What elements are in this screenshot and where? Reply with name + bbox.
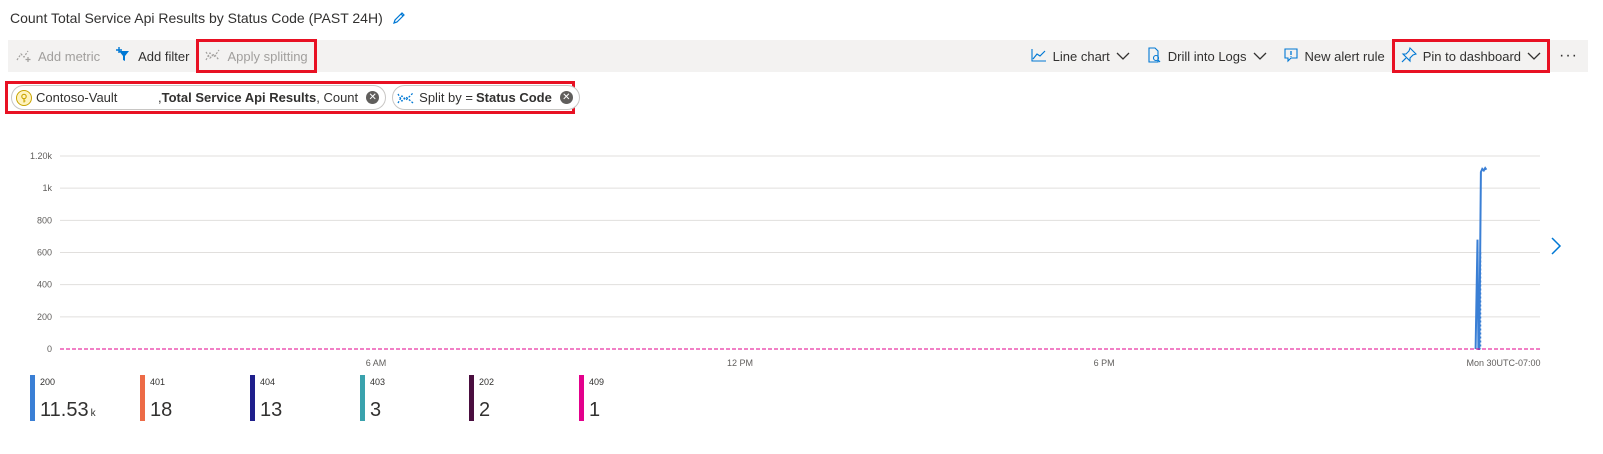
x-tick-label: UTC-07:00 [1497,358,1541,368]
drill-into-logs-label: Drill into Logs [1167,48,1247,64]
legend-series-value: 13 [260,399,282,422]
filter-icon [116,46,132,66]
y-tick-label: 200 [37,312,52,322]
x-tick-label: Mon 30 [1467,358,1497,368]
legend-color-swatch [579,375,584,421]
drill-into-logs-dropdown[interactable]: Drill into Logs [1138,40,1275,72]
remove-metric-icon[interactable]: ✕ [366,91,380,104]
legend-value-number: 18 [150,399,173,421]
apply-splitting-button[interactable]: Apply splitting [196,39,317,73]
chevron-right-icon[interactable] [1548,236,1564,256]
alert-icon [1283,47,1299,66]
legend-color-swatch [360,375,365,421]
y-tick-label: 1.20k [30,151,53,161]
legend-value-unit: k [90,408,96,419]
resource-name: Contoso-Vault [36,90,118,105]
logs-icon [1146,46,1162,66]
split-label: Split by = [419,90,473,105]
y-tick-label: 600 [37,248,52,258]
key-vault-icon [16,89,32,106]
chart-title-row: Count Total Service Api Results by Statu… [10,8,407,28]
legend-series-name: 409 [589,377,605,387]
legend-color-swatch [30,375,35,421]
line-chart: 0 200 400 600 800 1k 1.20k 6 AM 12 PM 6 PM Mon 30 U… [30,151,1541,368]
metric-pills: Contoso-Vault , Total Service Api Result… [5,81,580,114]
legend-series-name: 401 [150,377,166,387]
pin-to-dashboard-label: Pin to dashboard [1422,48,1522,64]
line-chart-label: Line chart [1052,48,1110,64]
legend-series-name: 202 [479,377,495,387]
add-metric-label: Add metric [38,48,101,64]
legend-series-value: 1 [589,399,600,422]
add-filter-button[interactable]: Add filter [108,40,197,72]
legend-value-number: 13 [260,399,283,421]
legend-series-value: 18 [150,399,172,422]
line-chart-icon [1031,48,1047,65]
more-options-button[interactable]: ··· [1549,40,1588,72]
split-dimension: Status Code [476,90,552,105]
chevron-down-icon [1253,49,1267,64]
legend-color-swatch [250,375,255,421]
remove-split-icon[interactable]: ✕ [559,91,573,104]
pin-to-dashboard-dropdown[interactable]: Pin to dashboard [1391,39,1551,73]
legend-value-number: 2 [479,399,491,421]
legend-series-name: 404 [260,377,276,387]
x-tick-label: 6 AM [366,358,387,368]
y-tick-label: 0 [47,344,52,354]
new-alert-rule-label: New alert rule [1304,48,1385,64]
legend-series-value: 3 [370,399,381,422]
add-metric-button[interactable]: Add metric [8,40,108,72]
add-filter-label: Add filter [138,48,190,64]
metric-name: Total Service Api Results [161,90,317,105]
legend-value-number: 1 [589,399,601,421]
legend-series-value: 11.53 k [40,399,96,422]
legend-color-swatch [140,375,145,421]
y-tick-label: 400 [37,280,52,290]
splitting-icon [397,91,415,105]
y-tick-label: 800 [37,215,52,225]
legend-series-name: 403 [370,377,386,387]
add-metric-icon [16,48,32,65]
splitting-icon [205,48,221,65]
new-alert-rule-button[interactable]: New alert rule [1275,40,1393,72]
metric-aggregation: , Count [316,90,359,105]
metric-pill[interactable]: Contoso-Vault , Total Service Api Result… [11,85,387,110]
split-pill[interactable]: Split by = Status Code ✕ [392,85,580,110]
legend-value-number: 11.53 [40,399,89,421]
chevron-down-icon [1116,49,1130,64]
chart-title: Count Total Service Api Results by Statu… [10,10,383,26]
legend-series-name: 200 [40,377,56,387]
y-tick-label: 1k [42,183,52,193]
legend-value-number: 3 [370,399,382,421]
legend-series-value: 2 [479,399,490,422]
apply-splitting-label: Apply splitting [227,48,308,64]
x-tick-label: 12 PM [727,358,753,368]
chevron-down-icon [1527,49,1541,64]
pencil-icon[interactable] [391,10,407,26]
metrics-toolbar: Add metric Add filter Apply splitting Li… [8,39,1588,73]
legend-color-swatch [469,375,474,421]
pin-icon [1401,46,1417,66]
x-tick-label: 6 PM [1094,358,1115,368]
line-chart-dropdown[interactable]: Line chart [1023,40,1138,72]
